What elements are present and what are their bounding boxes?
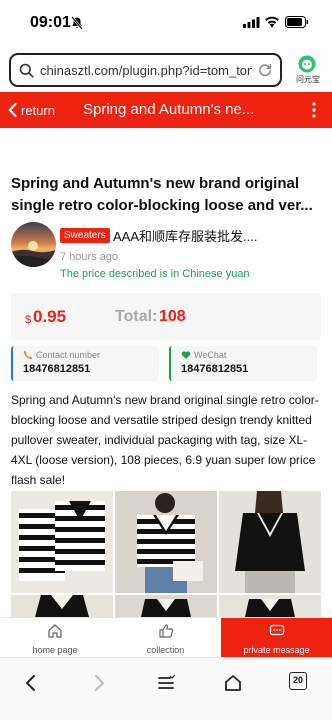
heart-icon: [181, 351, 191, 359]
browser-forward-icon[interactable]: [88, 672, 110, 694]
url-text[interactable]: chinasztl.com/plugin.php?id=tom_tongch..…: [40, 63, 252, 78]
home-page-label: home page: [32, 645, 78, 655]
contact-phone-label: Contact number: [36, 350, 101, 360]
battery-icon: [285, 16, 309, 28]
contact-wechat-value[interactable]: 18476812851: [181, 363, 248, 375]
category-badge[interactable]: Sweaters: [60, 228, 110, 243]
product-photo-1[interactable]: [11, 491, 113, 593]
total-label: Total:: [115, 308, 158, 325]
wifi-icon: [265, 16, 279, 28]
price-currency-symbol: $: [25, 314, 32, 326]
yuanbao-assistant-label[interactable]: 问元宝: [292, 74, 324, 85]
product-photo-3[interactable]: [219, 491, 321, 593]
home-page-button[interactable]: home page: [0, 618, 110, 658]
browser-home-icon[interactable]: [222, 672, 244, 694]
contact-phone-value[interactable]: 18476812851: [23, 363, 90, 375]
bottom-action-bar: home page collection private message: [0, 617, 332, 658]
price-value: 0.95: [33, 307, 67, 326]
avatar[interactable]: [11, 222, 56, 267]
shop-name[interactable]: AAA和顺库存服装批发....: [113, 226, 318, 245]
thumbs-up-icon: [158, 624, 173, 638]
product-description: Spring and Autumn's new brand original s…: [11, 393, 319, 487]
browser-tabs-button[interactable]: 20: [289, 672, 307, 690]
yuanbao-assistant-icon[interactable]: [298, 55, 316, 73]
home-icon: [48, 624, 62, 638]
price-box: $ 0.95 Total: 108: [11, 293, 321, 340]
reload-icon[interactable]: [258, 63, 272, 77]
product-title: Spring and Autumn's new brand original s…: [11, 175, 313, 214]
collection-label: collection: [146, 645, 185, 655]
product-photo-6[interactable]: [219, 595, 321, 617]
cellular-signal-icon: [243, 17, 260, 28]
price-currency-note: The price described is in Chinese yuan: [60, 268, 250, 280]
address-bar[interactable]: chinasztl.com/plugin.php?id=tom_tongch..…: [9, 53, 282, 87]
contact-wechat-label-row: WeChat: [181, 350, 226, 360]
page-header: return Spring and Autumn's ne...: [0, 92, 332, 128]
status-time: 09:01: [30, 14, 71, 31]
contact-wechat-label: WeChat: [194, 350, 227, 360]
private-message-label: private message: [243, 645, 310, 655]
search-icon: [19, 63, 34, 78]
browser-menu-icon[interactable]: [155, 672, 177, 694]
total-value: 108: [159, 308, 186, 325]
browser-nav-bar: 20: [0, 657, 332, 720]
collection-button[interactable]: collection: [110, 618, 221, 658]
chevron-left-icon: [8, 103, 17, 117]
posted-time: 7 hours ago: [60, 251, 119, 263]
phone-icon: [23, 350, 33, 360]
browser-back-icon[interactable]: [20, 672, 42, 694]
status-bar: 09:01: [0, 0, 332, 46]
contact-phone-box[interactable]: Contact number 18476812851: [11, 346, 159, 381]
chat-icon: [269, 624, 284, 636]
back-button[interactable]: return: [8, 92, 55, 128]
bell-muted-icon: [71, 16, 83, 30]
private-message-button[interactable]: private message: [221, 618, 332, 658]
product-photo-2[interactable]: [115, 491, 217, 593]
product-photo-5[interactable]: [115, 595, 217, 617]
more-vertical-icon[interactable]: [309, 101, 319, 119]
contact-wechat-box[interactable]: WeChat 18476812851: [169, 346, 317, 381]
product-photo-4[interactable]: [11, 595, 113, 617]
page-title: Spring and Autumn's ne...: [83, 101, 255, 118]
contact-phone-label-row: Contact number: [23, 350, 100, 360]
back-label[interactable]: return: [21, 103, 55, 118]
